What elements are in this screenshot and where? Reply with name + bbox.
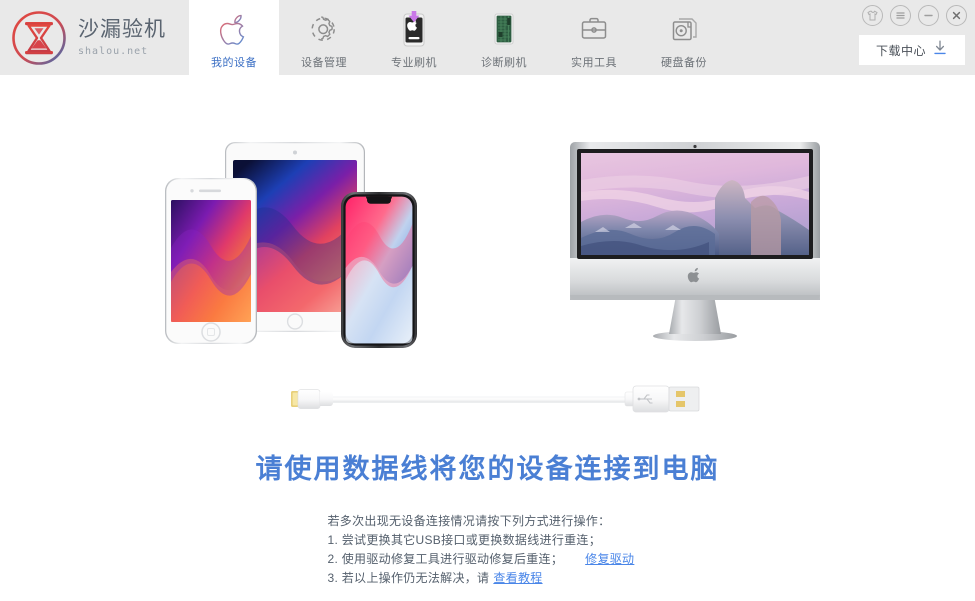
minimize-button[interactable] bbox=[918, 5, 939, 26]
tab-device-management[interactable]: 设备管理 bbox=[279, 0, 369, 75]
close-button[interactable] bbox=[946, 5, 967, 26]
tab-utility-tools[interactable]: 实用工具 bbox=[549, 0, 639, 75]
brand: 沙漏验机 shalou.net bbox=[0, 0, 185, 75]
download-center-label: 下载中心 bbox=[875, 43, 926, 58]
hamburger-menu-icon bbox=[896, 12, 905, 19]
ios-devices-illustration bbox=[163, 140, 423, 352]
main-content: 请使用数据线将您的设备连接到电脑 若多次出现无设备连接情况请按下列方式进行操作：… bbox=[0, 75, 975, 601]
device-flash-icon bbox=[399, 10, 429, 50]
apple-logo-icon bbox=[219, 10, 249, 50]
close-icon bbox=[952, 11, 961, 20]
iphone-x bbox=[341, 192, 417, 348]
download-center-button[interactable]: 下载中心 bbox=[859, 35, 965, 65]
window-controls bbox=[862, 5, 967, 26]
tab-label: 硬盘备份 bbox=[661, 56, 707, 69]
hourglass-logo-icon bbox=[10, 9, 68, 67]
toolbox-icon bbox=[578, 10, 610, 50]
device-illustrations bbox=[0, 140, 975, 365]
brand-title: 沙漏验机 bbox=[78, 18, 166, 41]
iphone-8 bbox=[165, 178, 257, 344]
help-line-3: 3. 若以上操作仍无法解决，请 查看教程 bbox=[328, 569, 648, 588]
tshirt-icon bbox=[867, 10, 878, 21]
help-title: 若多次出现无设备连接情况请按下列方式进行操作： bbox=[327, 514, 611, 528]
help-line-text: 1. 尝试更换其它USB接口或更换数据线进行重连； bbox=[327, 533, 602, 547]
tab-label: 专业刷机 bbox=[391, 56, 437, 69]
gear-icon bbox=[309, 10, 339, 50]
brand-subtitle: shalou.net bbox=[78, 46, 149, 57]
imac-illustration bbox=[565, 140, 825, 345]
tab-label: 实用工具 bbox=[571, 56, 617, 69]
help-line-2: 2. 使用驱动修复工具进行驱动修复后重连； 修复驱动 bbox=[328, 550, 648, 569]
tab-label: 设备管理 bbox=[301, 56, 347, 69]
help-line-text: 2. 使用驱动修复工具进行驱动修复后重连； bbox=[327, 552, 564, 566]
tab-disk-backup[interactable]: 硬盘备份 bbox=[639, 0, 729, 75]
help-line-1: 1. 尝试更换其它USB接口或更换数据线进行重连； bbox=[328, 531, 648, 550]
tab-professional-flash[interactable]: 专业刷机 bbox=[369, 0, 459, 75]
help-section: 若多次出现无设备连接情况请按下列方式进行操作： 1. 尝试更换其它USB接口或更… bbox=[0, 512, 975, 588]
main-nav: 我的设备 设备管理 专业刷机 诊断刷机 实用工具 硬盘备份 bbox=[189, 0, 729, 75]
repair-driver-link[interactable]: 修复驱动 bbox=[585, 550, 634, 569]
app-header: 沙漏验机 shalou.net 我的设备 设备管理 专业刷机 诊断刷机 实用工具… bbox=[0, 0, 975, 75]
circuit-board-icon bbox=[489, 10, 519, 50]
view-tutorial-link[interactable]: 查看教程 bbox=[493, 569, 542, 588]
tab-diagnostic-flash[interactable]: 诊断刷机 bbox=[459, 0, 549, 75]
usb-cable-illustration bbox=[0, 378, 975, 420]
menu-button[interactable] bbox=[890, 5, 911, 26]
page-headline: 请使用数据线将您的设备连接到电脑 bbox=[255, 454, 720, 484]
download-arrow-icon bbox=[932, 39, 948, 62]
minimize-icon bbox=[924, 14, 933, 17]
help-line-text: 3. 若以上操作仍无法解决，请 bbox=[327, 571, 490, 585]
tab-label: 我的设备 bbox=[211, 56, 257, 69]
tab-label: 诊断刷机 bbox=[481, 56, 527, 69]
disk-stack-icon bbox=[668, 10, 700, 50]
skin-theme-button[interactable] bbox=[862, 5, 883, 26]
tab-my-device[interactable]: 我的设备 bbox=[189, 0, 279, 75]
